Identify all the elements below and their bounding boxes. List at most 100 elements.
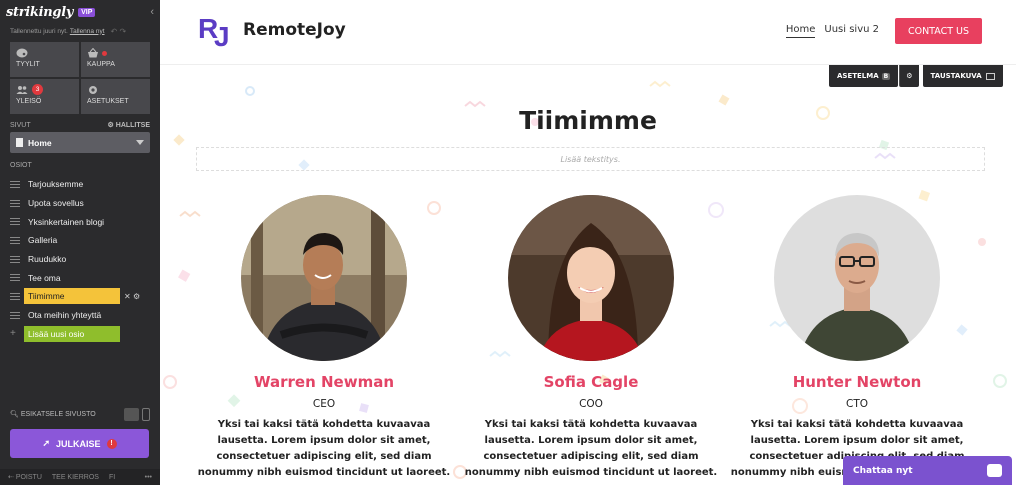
rocket-icon: ➚	[42, 438, 51, 448]
desktop-icon[interactable]	[124, 407, 139, 421]
save-status: Tallennettu juuri nyt. Tallenna nyt ↶ ↷	[0, 24, 160, 38]
current-page: Home	[28, 137, 52, 148]
preview-site-button[interactable]: 🔍︎ ESIKATSELE SIVUSTO	[10, 410, 96, 418]
section-editor-toolbar: ASETELMA B ⚙ TAUSTAKUVA	[829, 65, 1003, 87]
tile-label: TYYLIT	[16, 61, 40, 68]
drag-handle-icon[interactable]	[10, 235, 20, 246]
section-item[interactable]: Ruudukko	[0, 250, 160, 269]
chat-bubble-icon	[987, 464, 1002, 477]
section-title[interactable]: Tiimimme	[160, 106, 1016, 135]
contact-us-button[interactable]: CONTACT US	[895, 18, 982, 44]
store-button[interactable]: KAUPPA	[81, 42, 150, 77]
chat-widget-button[interactable]: Chattaa nyt	[843, 456, 1012, 485]
background-label: TAUSTAKUVA	[930, 72, 982, 80]
saved-text: Tallennettu juuri nyt.	[10, 27, 68, 35]
vip-badge: VIP	[78, 7, 96, 17]
layout-settings-button[interactable]: ASETELMA B	[829, 65, 899, 87]
audience-button[interactable]: 3 YLEISÖ	[10, 79, 79, 114]
member-role[interactable]: CEO	[199, 398, 449, 410]
member-role[interactable]: CTO	[732, 398, 982, 410]
drag-handle-icon[interactable]	[10, 179, 20, 190]
styles-button[interactable]: TYYLIT	[10, 42, 79, 77]
section-gear-icon[interactable]: ⚙	[899, 65, 919, 87]
gear-icon[interactable]: ⚙	[133, 292, 140, 301]
strikingly-logo: strikingly	[6, 4, 74, 20]
publish-label: JULKAISE	[56, 438, 101, 449]
mobile-icon[interactable]	[142, 407, 150, 421]
sections-header: OSIOT	[0, 159, 160, 171]
section-item-active[interactable]: Tiimimme ✕ ⚙	[0, 287, 160, 306]
drag-handle-icon[interactable]	[10, 291, 20, 302]
member-bio[interactable]: Yksi tai kaksi tätä kohdetta kuvaavaa la…	[194, 417, 454, 481]
member-portrait-image	[508, 195, 674, 361]
section-list: Tarjouksemme Upota sovellus Yksinkertain…	[0, 175, 160, 343]
member-name[interactable]: Warren Newman	[199, 373, 449, 391]
sidebar-footer: ⇠ POISTU TEE KIERROS FI •••	[0, 469, 160, 485]
more-menu-icon[interactable]: •••	[145, 474, 152, 481]
notification-dot	[102, 51, 107, 56]
site-header: R J RemoteJoy Home Uusi sivu 2 CONTACT U…	[160, 0, 1016, 65]
device-toggle	[124, 407, 150, 421]
team-member-card: Hunter Newton CTO Yksi tai kaksi tätä ko…	[731, 195, 983, 481]
drag-handle-icon[interactable]	[10, 198, 20, 209]
member-portrait-image	[774, 195, 940, 361]
preview-label: ESIKATSELE SIVUSTO	[20, 411, 96, 418]
section-label: Yksinkertainen blogi	[28, 216, 105, 227]
close-icon[interactable]: ✕	[124, 292, 131, 301]
member-name[interactable]: Sofia Cagle	[466, 373, 716, 391]
section-label: Galleria	[28, 235, 58, 246]
background-image-button[interactable]: TAUSTAKUVA	[922, 65, 1003, 87]
tour-button[interactable]: TEE KIERROS	[52, 474, 99, 481]
section-item[interactable]: Upota sovellus	[0, 194, 160, 213]
add-section-button[interactable]: + Lisää uusi osio	[0, 325, 160, 344]
nav-link-home[interactable]: Home	[785, 24, 816, 38]
member-portrait-image	[241, 195, 407, 361]
page-selector[interactable]: Home	[10, 132, 150, 153]
exit-button[interactable]: ⇠ POISTU	[8, 473, 42, 481]
add-section-label: Lisää uusi osio	[24, 325, 120, 342]
section-item[interactable]: Tarjouksemme	[0, 175, 160, 194]
section-label: Tiimimme	[24, 288, 120, 305]
section-item[interactable]: Yksinkertainen blogi	[0, 212, 160, 231]
sections-label: OSIOT	[10, 161, 32, 169]
drag-handle-icon[interactable]	[10, 272, 20, 283]
layout-badge: B	[881, 72, 891, 80]
nav-link-new-page[interactable]: Uusi sivu 2	[824, 24, 879, 38]
site-canvas: R J RemoteJoy Home Uusi sivu 2 CONTACT U…	[160, 0, 1016, 485]
brand-logo-icon[interactable]: R J	[198, 10, 232, 50]
settings-button[interactable]: ASETUKSET	[81, 79, 150, 114]
member-photo[interactable]	[241, 195, 407, 361]
audience-count-badge: 3	[32, 84, 43, 95]
save-now-link[interactable]: Tallenna nyt	[70, 28, 105, 35]
section-item[interactable]: Galleria	[0, 231, 160, 250]
language-button[interactable]: FI	[109, 474, 115, 481]
collapse-sidebar-icon[interactable]: ‹	[150, 6, 154, 18]
section-label: Upota sovellus	[28, 198, 84, 209]
undo-icon[interactable]: ↶ ↷	[111, 27, 127, 36]
drag-handle-icon[interactable]	[10, 310, 20, 321]
warning-icon: !	[106, 438, 117, 449]
exit-label: POISTU	[15, 474, 42, 481]
member-bio[interactable]: Yksi tai kaksi tätä kohdetta kuvaavaa la…	[461, 417, 721, 481]
chat-label: Chattaa nyt	[853, 465, 913, 476]
subtitle-placeholder[interactable]: Lisää tekstitys.	[196, 147, 985, 171]
member-role[interactable]: COO	[466, 398, 716, 410]
section-label: Ruudukko	[28, 254, 67, 265]
section-item[interactable]: Ota meihin yhteyttä	[0, 306, 160, 325]
member-name[interactable]: Hunter Newton	[732, 373, 982, 391]
publish-button[interactable]: ➚ JULKAISE !	[10, 429, 149, 458]
sidebar-header: strikingly VIP ‹	[0, 0, 160, 24]
section-item[interactable]: Tee oma	[0, 268, 160, 287]
brand-name[interactable]: RemoteJoy	[243, 20, 346, 40]
drag-handle-icon[interactable]	[10, 254, 20, 265]
people-icon	[16, 86, 28, 94]
member-photo[interactable]	[774, 195, 940, 361]
section-tools[interactable]: ✕ ⚙	[124, 292, 140, 301]
manage-pages-button[interactable]: ⚙ HALLITSE	[108, 121, 150, 129]
member-photo[interactable]	[508, 195, 674, 361]
editor-sidebar: strikingly VIP ‹ Tallennettu juuri nyt. …	[0, 0, 160, 485]
manage-label: HALLITSE	[115, 122, 150, 129]
drag-handle-icon[interactable]	[10, 216, 20, 227]
pages-header: SIVUT ⚙ HALLITSE	[0, 119, 160, 131]
preview-bar: 🔍︎ ESIKATSELE SIVUSTO	[0, 404, 160, 424]
